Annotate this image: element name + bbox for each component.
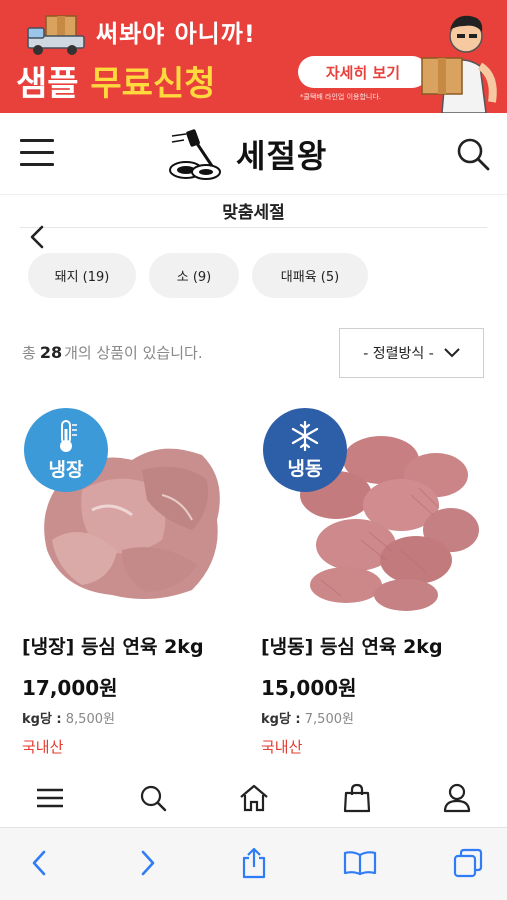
- frozen-badge: 냉동: [263, 408, 347, 492]
- promo-banner[interactable]: 써봐야 아니까! 샘플 무료신청 자세히 보기 *쿨택배 라인업 이용합니다.: [0, 0, 507, 113]
- menu-icon[interactable]: [32, 780, 68, 816]
- browser-toolbar: [0, 827, 507, 900]
- tabs-icon[interactable]: [451, 846, 485, 880]
- bottom-navigation: [0, 772, 507, 827]
- category-chip-beef[interactable]: 소 (9): [149, 253, 239, 298]
- category-chip-thin-slice[interactable]: 대패육 (5): [252, 253, 368, 298]
- back-icon[interactable]: [22, 846, 56, 880]
- title-divider: [20, 227, 487, 228]
- forward-icon[interactable]: [131, 846, 165, 880]
- count-value: 28: [39, 343, 63, 362]
- unit-price-value: 8,500원: [65, 712, 115, 727]
- shopping-bag-icon[interactable]: [339, 780, 375, 816]
- product-price: 15,000원: [261, 676, 357, 700]
- unit-price-value: 7,500원: [304, 712, 354, 727]
- banner-headline: 샘플 무료신청: [16, 56, 216, 105]
- back-arrow-icon[interactable]: [26, 224, 48, 250]
- share-icon[interactable]: [237, 846, 271, 880]
- sort-select[interactable]: - 정렬방식 -: [339, 328, 484, 378]
- meat-tenderizer-logo-icon: [169, 129, 221, 180]
- unit-price-label: kg당 :: [22, 712, 62, 727]
- page-title: 맞춤세절: [222, 203, 285, 223]
- banner-headline-part2: 무료신청: [90, 64, 216, 104]
- banner-tagline: 써봐야 아니까!: [96, 20, 256, 48]
- user-icon[interactable]: [439, 780, 475, 816]
- banner-detail-button[interactable]: 자세히 보기: [298, 56, 428, 88]
- logo-text: 세절왕: [236, 137, 328, 175]
- banner-note: *쿨택배 라인업 이용합니다.: [300, 93, 382, 101]
- search-icon[interactable]: [456, 137, 490, 171]
- snowflake-icon: [291, 420, 319, 451]
- category-chip-pork[interactable]: 돼지 (19): [28, 253, 136, 298]
- search-icon[interactable]: [135, 780, 171, 816]
- product-card[interactable]: 냉동 [냉동] 등심 연육 2kg 15,000원 kg당 : 7,500원 국…: [261, 400, 486, 770]
- site-header: 세절왕: [0, 113, 507, 195]
- product-origin: 국내산: [261, 738, 303, 756]
- product-count: 총 28 개의 상품이 있습니다.: [22, 342, 203, 363]
- product-price: 17,000원: [22, 676, 118, 700]
- unit-price: kg당 : 8,500원: [22, 708, 115, 727]
- delivery-truck-icon: [27, 15, 85, 55]
- hamburger-menu-icon[interactable]: [20, 139, 56, 169]
- count-prefix: 총: [22, 344, 36, 362]
- unit-price: kg당 : 7,500원: [261, 708, 354, 727]
- product-name[interactable]: [냉장] 등심 연육 2kg: [22, 632, 204, 659]
- delivery-person-illustration: [421, 15, 497, 113]
- chevron-down-icon: [444, 348, 460, 358]
- badge-label: 냉장: [48, 458, 84, 481]
- bookmarks-icon[interactable]: [343, 846, 377, 880]
- product-name[interactable]: [냉동] 등심 연육 2kg: [261, 632, 443, 659]
- site-logo[interactable]: 세절왕: [166, 123, 327, 185]
- product-origin: 국내산: [22, 738, 64, 756]
- chilled-badge: 냉장: [24, 408, 108, 492]
- thermometer-icon: [60, 419, 77, 452]
- unit-price-label: kg당 :: [261, 712, 301, 727]
- count-suffix: 개의 상품이 있습니다.: [64, 344, 203, 362]
- sort-label: - 정렬방식 -: [363, 346, 434, 362]
- badge-label: 냉동: [287, 457, 323, 480]
- banner-headline-part1: 샘플: [16, 64, 91, 104]
- product-card[interactable]: 냉장 [냉장] 등심 연육 2kg 17,000원 kg당 : 8,500원 국…: [22, 400, 247, 770]
- home-icon[interactable]: [236, 780, 272, 816]
